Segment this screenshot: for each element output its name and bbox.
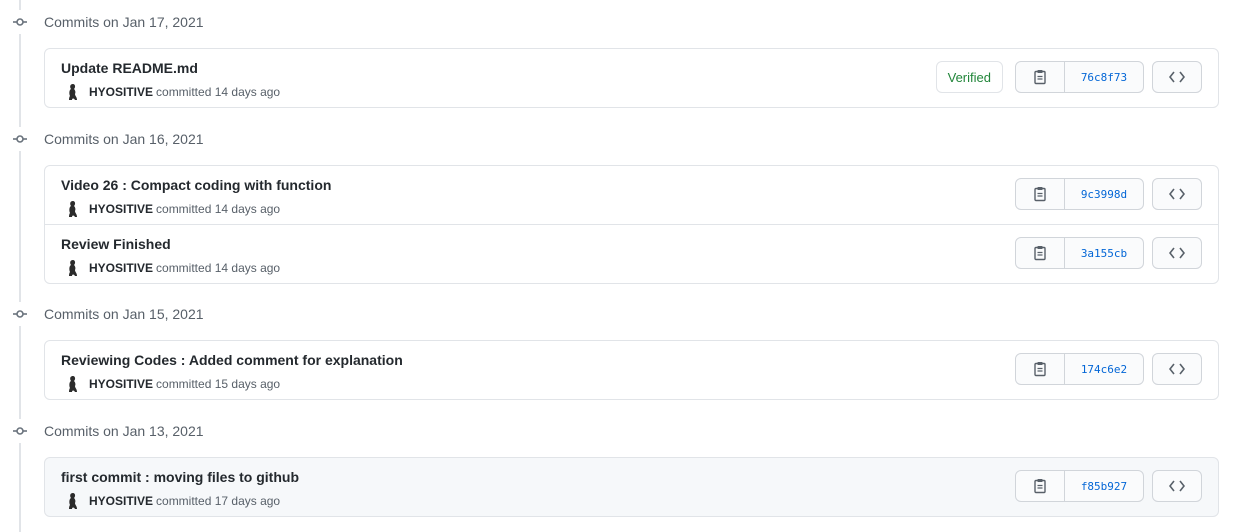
code-icon (1169, 363, 1185, 375)
commit-actions: f85b927 (1015, 470, 1202, 502)
avatar[interactable] (63, 491, 83, 511)
commit-list: Reviewing Codes : Added comment for expl… (44, 340, 1219, 400)
copy-sha-button[interactable] (1016, 238, 1065, 268)
commit-time: 17 days ago (214, 494, 281, 508)
browse-repo-button[interactable] (1152, 61, 1202, 93)
commit-meta: HYOSITIVE committed 14 days ago (63, 199, 280, 219)
commit-meta: HYOSITIVE committed 14 days ago (63, 258, 280, 278)
commit-time: 14 days ago (214, 85, 281, 99)
code-icon (1169, 247, 1185, 259)
copy-sha-button[interactable] (1016, 179, 1065, 209)
git-commit-icon (0, 419, 40, 443)
commit-meta: HYOSITIVE committed 15 days ago (63, 374, 280, 394)
git-commit-icon (0, 10, 40, 34)
clipboard-icon (1033, 361, 1047, 377)
commit-meta: HYOSITIVE committed 17 days ago (63, 491, 280, 511)
commit-action-text: committed (156, 377, 212, 391)
commit-actions: 9c3998d (1015, 178, 1202, 210)
commit-sha-link[interactable]: 76c8f73 (1065, 62, 1143, 92)
browse-repo-button[interactable] (1152, 178, 1202, 210)
commit-sha-link[interactable]: f85b927 (1065, 471, 1143, 501)
copy-sha-button[interactable] (1016, 471, 1065, 501)
commit-group-title: Commits on Jan 15, 2021 (44, 306, 204, 322)
avatar[interactable] (63, 258, 83, 278)
commit-author-link[interactable]: HYOSITIVE (89, 85, 153, 99)
code-icon (1169, 480, 1185, 492)
sha-button-group: 9c3998d (1015, 178, 1144, 210)
commit-author-link[interactable]: HYOSITIVE (89, 202, 153, 216)
commit-list: first commit : moving files to github HY… (44, 457, 1219, 517)
commit-row: Review Finished HYOSITIVE committed 14 d… (45, 224, 1218, 283)
commit-message-link[interactable]: Update README.md (61, 60, 198, 76)
commit-actions: 3a155cb (1015, 237, 1202, 269)
commit-sha-link[interactable]: 174c6e2 (1065, 354, 1143, 384)
commit-actions: 174c6e2 (1015, 353, 1202, 385)
commit-time: 14 days ago (214, 261, 281, 275)
clipboard-icon (1033, 478, 1047, 494)
commit-author-link[interactable]: HYOSITIVE (89, 377, 153, 391)
commit-group-title: Commits on Jan 17, 2021 (44, 14, 204, 30)
browse-repo-button[interactable] (1152, 353, 1202, 385)
avatar[interactable] (63, 199, 83, 219)
clipboard-icon (1033, 245, 1047, 261)
commit-action-text: committed (156, 85, 212, 99)
sha-button-group: f85b927 (1015, 470, 1144, 502)
browse-repo-button[interactable] (1152, 470, 1202, 502)
commit-action-text: committed (156, 202, 212, 216)
commit-time: 15 days ago (214, 377, 281, 391)
commit-time: 14 days ago (214, 202, 281, 216)
sha-button-group: 3a155cb (1015, 237, 1144, 269)
copy-sha-button[interactable] (1016, 62, 1065, 92)
commit-author-link[interactable]: HYOSITIVE (89, 494, 153, 508)
code-icon (1169, 188, 1185, 200)
commit-list: Update README.md HYOSITIVE committed 14 … (44, 48, 1219, 108)
verified-badge[interactable]: Verified (935, 61, 1003, 93)
commit-group-header: Commits on Jan 16, 2021 (0, 127, 204, 151)
sha-button-group: 76c8f73 (1015, 61, 1144, 93)
commit-row: Video 26 : Compact coding with function … (45, 166, 1218, 224)
commit-action-text: committed (156, 261, 212, 275)
clipboard-icon (1033, 69, 1047, 85)
commit-row: first commit : moving files to github HY… (45, 458, 1218, 516)
browse-repo-button[interactable] (1152, 237, 1202, 269)
commit-sha-link[interactable]: 9c3998d (1065, 179, 1143, 209)
commit-row: Reviewing Codes : Added comment for expl… (45, 341, 1218, 399)
copy-sha-button[interactable] (1016, 354, 1065, 384)
commit-message-link[interactable]: first commit : moving files to github (61, 469, 299, 485)
commit-message-link[interactable]: Review Finished (61, 236, 171, 252)
commit-group-header: Commits on Jan 13, 2021 (0, 419, 204, 443)
commit-message-link[interactable]: Video 26 : Compact coding with function (61, 177, 331, 193)
avatar[interactable] (63, 82, 83, 102)
commit-actions: Verified 76c8f73 (935, 61, 1202, 93)
clipboard-icon (1033, 186, 1047, 202)
commit-row: Update README.md HYOSITIVE committed 14 … (45, 49, 1218, 107)
commit-group-title: Commits on Jan 13, 2021 (44, 423, 204, 439)
git-commit-icon (0, 127, 40, 151)
commit-author-link[interactable]: HYOSITIVE (89, 261, 153, 275)
commit-sha-link[interactable]: 3a155cb (1065, 238, 1143, 268)
avatar[interactable] (63, 374, 83, 394)
commit-action-text: committed (156, 494, 212, 508)
commit-group-header: Commits on Jan 17, 2021 (0, 10, 204, 34)
sha-button-group: 174c6e2 (1015, 353, 1144, 385)
commit-meta: HYOSITIVE committed 14 days ago (63, 82, 280, 102)
commit-list: Video 26 : Compact coding with function … (44, 165, 1219, 284)
timeline-line (19, 0, 21, 532)
commit-group-header: Commits on Jan 15, 2021 (0, 302, 204, 326)
commit-group-title: Commits on Jan 16, 2021 (44, 131, 204, 147)
git-commit-icon (0, 302, 40, 326)
code-icon (1169, 71, 1185, 83)
commit-message-link[interactable]: Reviewing Codes : Added comment for expl… (61, 352, 403, 368)
